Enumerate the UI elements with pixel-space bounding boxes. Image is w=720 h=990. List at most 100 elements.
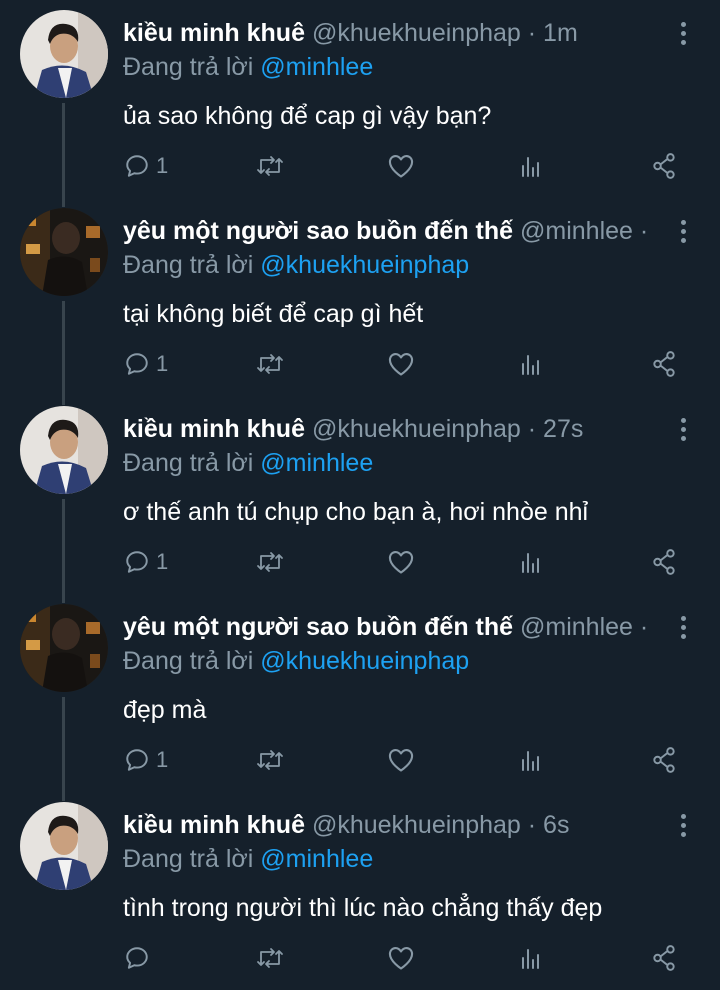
timestamp[interactable]: 6s bbox=[543, 811, 569, 839]
separator-dot: · bbox=[527, 811, 537, 839]
avatar[interactable] bbox=[20, 802, 108, 890]
retweet-icon bbox=[257, 948, 283, 968]
retweet-button[interactable] bbox=[255, 542, 285, 582]
reply-button[interactable]: 1 bbox=[124, 344, 168, 384]
retweet-button[interactable] bbox=[255, 146, 285, 186]
tweet-actions: 1 bbox=[0, 344, 720, 384]
user-handle[interactable]: @minhlee bbox=[520, 613, 633, 641]
reply-count: 1 bbox=[156, 351, 169, 376]
retweet-button[interactable] bbox=[255, 938, 285, 978]
share-button[interactable] bbox=[651, 146, 677, 186]
tweet-text: ơ thế anh tú chụp cho bạn à, hơi nhòe nh… bbox=[123, 498, 589, 526]
reply-icon bbox=[126, 947, 148, 969]
replying-to: Đang trả lời @minhlee bbox=[123, 842, 373, 876]
tweet-actions: 1 bbox=[0, 740, 720, 780]
tweet-header: kiều minh khuê @khuekhueinphap · 27s bbox=[123, 412, 668, 446]
tweet-header: yêu một người sao buồn đến thế @minhlee … bbox=[123, 610, 668, 644]
more-options-icon[interactable] bbox=[672, 216, 694, 246]
avatar[interactable] bbox=[20, 10, 108, 98]
avatar[interactable] bbox=[20, 208, 108, 296]
user-handle[interactable]: @khuekhueinphap bbox=[312, 811, 521, 839]
tweet-actions: 1 bbox=[0, 146, 720, 186]
heart-icon bbox=[388, 551, 414, 574]
more-options-icon[interactable] bbox=[672, 414, 694, 444]
retweet-icon bbox=[257, 552, 283, 572]
replying-to-label: Đang trả lời bbox=[123, 251, 254, 279]
share-icon bbox=[653, 153, 675, 179]
share-button[interactable] bbox=[651, 740, 677, 780]
share-icon bbox=[653, 945, 675, 971]
more-options-icon[interactable] bbox=[672, 810, 694, 840]
replying-to: Đang trả lời @khuekhueinphap bbox=[123, 248, 469, 282]
separator-dot: · bbox=[639, 613, 649, 641]
like-button[interactable] bbox=[387, 938, 415, 978]
like-button[interactable] bbox=[387, 740, 415, 780]
reply-button[interactable]: 1 bbox=[124, 740, 168, 780]
analytics-button[interactable] bbox=[519, 740, 543, 780]
heart-icon bbox=[388, 353, 414, 376]
reply-button[interactable]: 1 bbox=[124, 542, 168, 582]
tweet[interactable]: yêu một người sao buồn đến thế @minhlee … bbox=[0, 198, 720, 396]
reply-button[interactable]: 1 bbox=[124, 146, 168, 186]
mention-link[interactable]: @minhlee bbox=[260, 449, 373, 477]
retweet-button[interactable] bbox=[255, 344, 285, 384]
analytics-button[interactable] bbox=[519, 344, 543, 384]
tweet-header: kiều minh khuê @khuekhueinphap · 6s bbox=[123, 808, 668, 842]
analytics-icon bbox=[522, 355, 539, 375]
user-handle[interactable]: @khuekhueinphap bbox=[312, 415, 521, 443]
mention-link[interactable]: @minhlee bbox=[260, 845, 373, 873]
mention-link[interactable]: @minhlee bbox=[260, 53, 373, 81]
tweet[interactable]: kiều minh khuê @khuekhueinphap · 6s Đang… bbox=[0, 792, 720, 990]
share-icon bbox=[653, 747, 675, 773]
tweet-header: kiều minh khuê @khuekhueinphap · 1m bbox=[123, 16, 668, 50]
reply-icon bbox=[126, 749, 148, 771]
retweet-icon bbox=[257, 156, 283, 176]
like-button[interactable] bbox=[387, 542, 415, 582]
analytics-button[interactable] bbox=[519, 542, 543, 582]
display-name[interactable]: yêu một người sao buồn đến thế bbox=[123, 613, 513, 641]
heart-icon bbox=[388, 947, 414, 970]
avatar[interactable] bbox=[20, 604, 108, 692]
display-name[interactable]: yêu một người sao buồn đến thế bbox=[123, 217, 513, 245]
share-button[interactable] bbox=[651, 344, 677, 384]
analytics-icon bbox=[522, 949, 539, 969]
heart-icon bbox=[388, 749, 414, 772]
share-button[interactable] bbox=[651, 938, 677, 978]
replying-to-label: Đang trả lời bbox=[123, 53, 254, 81]
tweet-text: tình trong người thì lúc nào chẳng thấy … bbox=[123, 894, 603, 922]
replying-to: Đang trả lời @minhlee bbox=[123, 446, 373, 480]
like-button[interactable] bbox=[387, 344, 415, 384]
more-options-icon[interactable] bbox=[672, 612, 694, 642]
like-button[interactable] bbox=[387, 146, 415, 186]
tweet-text: đẹp mà bbox=[123, 696, 207, 724]
display-name[interactable]: kiều minh khuê bbox=[123, 415, 305, 443]
analytics-button[interactable] bbox=[519, 938, 543, 978]
share-icon bbox=[653, 351, 675, 377]
more-options-icon[interactable] bbox=[672, 18, 694, 48]
separator-dot: · bbox=[639, 217, 649, 245]
tweet[interactable]: yêu một người sao buồn đến thế @minhlee … bbox=[0, 594, 720, 792]
avatar[interactable] bbox=[20, 406, 108, 494]
tweet[interactable]: kiều minh khuê @khuekhueinphap · 27s Đan… bbox=[0, 396, 720, 594]
separator-dot: · bbox=[527, 19, 537, 47]
share-icon bbox=[653, 549, 675, 575]
user-handle[interactable]: @minhlee bbox=[520, 217, 633, 245]
analytics-icon bbox=[522, 157, 539, 177]
reply-button[interactable] bbox=[124, 938, 156, 978]
heart-icon bbox=[388, 155, 414, 178]
mention-link[interactable]: @khuekhueinphap bbox=[260, 251, 469, 279]
timestamp[interactable]: 1m bbox=[543, 19, 578, 47]
tweet[interactable]: kiều minh khuê @khuekhueinphap · 1m Đang… bbox=[0, 0, 720, 198]
replying-to-label: Đang trả lời bbox=[123, 845, 254, 873]
analytics-icon bbox=[522, 553, 539, 573]
analytics-button[interactable] bbox=[519, 146, 543, 186]
mention-link[interactable]: @khuekhueinphap bbox=[260, 647, 469, 675]
display-name[interactable]: kiều minh khuê bbox=[123, 811, 305, 839]
timestamp[interactable]: 27s bbox=[543, 415, 583, 443]
user-handle[interactable]: @khuekhueinphap bbox=[312, 19, 521, 47]
share-button[interactable] bbox=[651, 542, 677, 582]
replying-to: Đang trả lời @khuekhueinphap bbox=[123, 644, 469, 678]
display-name[interactable]: kiều minh khuê bbox=[123, 19, 305, 47]
tweet-header: yêu một người sao buồn đến thế @minhlee … bbox=[123, 214, 668, 248]
retweet-button[interactable] bbox=[255, 740, 285, 780]
